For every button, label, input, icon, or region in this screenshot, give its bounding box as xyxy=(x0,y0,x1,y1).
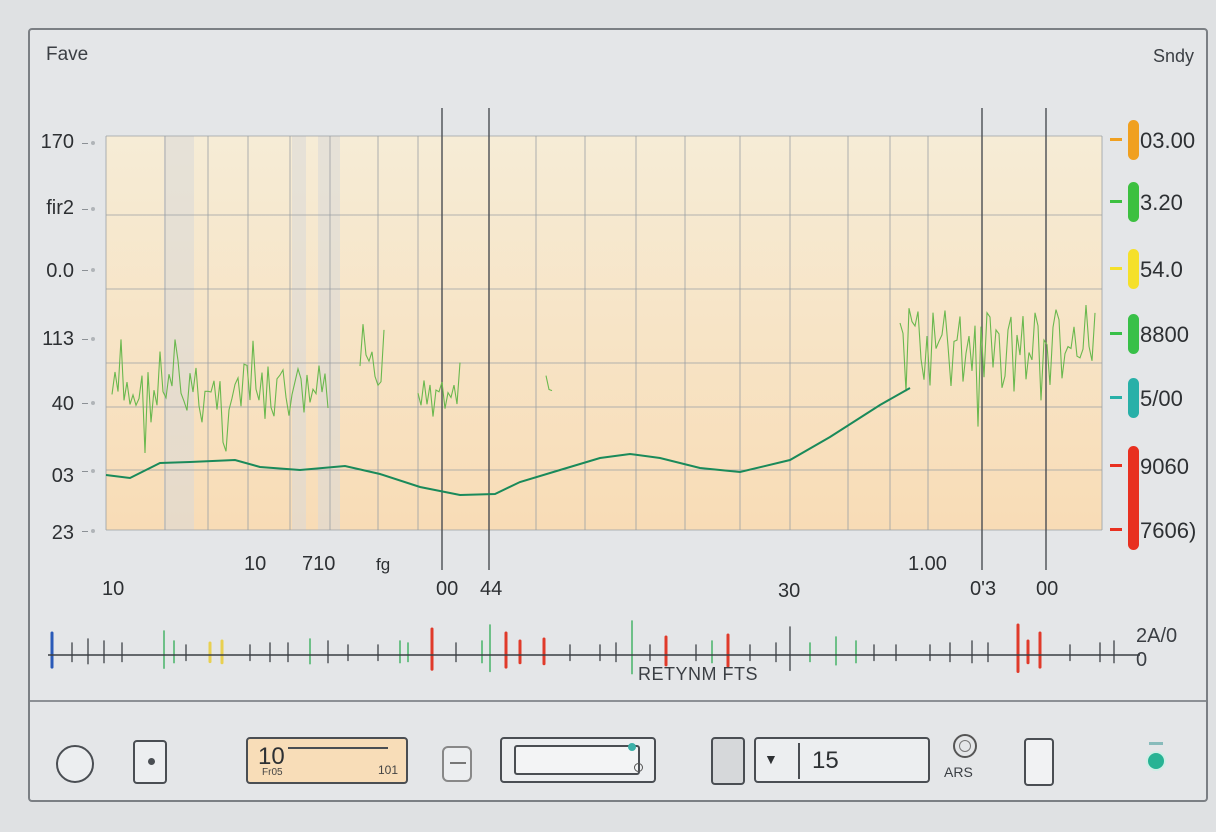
select-value: 15 xyxy=(812,747,839,774)
reading-2: 3.20 xyxy=(1110,182,1210,222)
controls-divider xyxy=(30,700,1206,702)
x-label-6: 44 xyxy=(480,578,503,600)
plot-area xyxy=(106,136,1102,530)
reading-value: 3.20 xyxy=(1140,190,1183,215)
aux-button[interactable] xyxy=(1024,738,1054,786)
y-label-6: 03 xyxy=(51,465,74,487)
reading-dash xyxy=(1110,200,1122,203)
target-icon[interactable] xyxy=(953,734,977,758)
x-label-5: 00 xyxy=(436,578,459,600)
power-button[interactable] xyxy=(56,745,94,783)
adjust-knob[interactable] xyxy=(442,746,472,782)
x-label-7: 30 xyxy=(778,580,801,602)
main-chart xyxy=(48,108,1140,675)
reading-indicator xyxy=(1128,314,1139,354)
shade-band xyxy=(318,136,340,530)
slider-track xyxy=(514,745,640,775)
display-right: 101 xyxy=(377,763,398,777)
reading-indicator xyxy=(1128,182,1139,222)
reading-dash xyxy=(1110,138,1122,141)
display-bar xyxy=(288,747,388,749)
reading-5: 5/00 xyxy=(1110,378,1210,418)
reading-dash xyxy=(1110,267,1122,270)
x-label-3: 710 xyxy=(302,553,336,575)
dropdown-arrow-icon: ▼ xyxy=(764,751,778,767)
y-label-7: 23 xyxy=(51,522,74,544)
knob-line xyxy=(450,762,466,764)
level-slider[interactable] xyxy=(500,737,656,783)
slider-handle[interactable] xyxy=(628,743,636,751)
select-divider xyxy=(798,743,800,779)
reading-1: 03.00 xyxy=(1110,120,1210,160)
reading-6: 9060 xyxy=(1110,446,1210,550)
value-display: 10 Fr05 101 xyxy=(246,737,408,784)
y-tick xyxy=(82,268,96,274)
x-label-1: 10 xyxy=(102,578,125,600)
reading-indicator xyxy=(1128,378,1139,418)
slider-settings-icon xyxy=(634,763,643,772)
y-label-3: 0.0 xyxy=(46,260,74,282)
y-tick xyxy=(82,401,96,407)
rhythm-side-top: 2A/0 xyxy=(1136,625,1178,647)
record-button[interactable] xyxy=(133,740,167,784)
rate-select[interactable]: ▼ 15 xyxy=(754,737,930,783)
mode-button[interactable] xyxy=(711,737,745,785)
y-label-5: 40 xyxy=(51,393,74,415)
reading-value: 7606) xyxy=(1140,518,1197,543)
x-label-8: 1.00 xyxy=(908,553,947,575)
reading-indicator xyxy=(1128,249,1139,289)
reading-7: 7606) xyxy=(1110,510,1210,550)
y-tick xyxy=(82,529,96,535)
target-label: ARS xyxy=(944,764,973,780)
y-tick xyxy=(82,141,96,147)
x-label-2: 10 xyxy=(244,553,267,575)
reading-dash xyxy=(1110,528,1122,531)
shade-band xyxy=(164,136,194,530)
rhythm-side-bottom: 0 xyxy=(1136,649,1148,671)
y-label-2: fir2 xyxy=(46,197,74,219)
reading-indicator xyxy=(1128,120,1139,160)
y-tick xyxy=(82,207,96,213)
x-label-10: 00 xyxy=(1036,578,1059,600)
reading-value: 54.0 xyxy=(1140,257,1183,282)
y-label-4: 113 xyxy=(42,328,74,350)
y-tick xyxy=(82,337,96,343)
reading-value: 03.00 xyxy=(1140,128,1196,153)
x-label-4: fg xyxy=(376,555,391,574)
status-indicator-cap xyxy=(1149,742,1163,745)
display-sub: Fr05 xyxy=(262,767,283,778)
reading-3: 54.0 xyxy=(1110,249,1210,289)
reading-value: 8800 xyxy=(1140,322,1189,347)
reading-value: 9060 xyxy=(1140,454,1189,479)
reading-dash xyxy=(1110,396,1122,399)
y-label-1: 170 xyxy=(40,131,74,153)
x-label-9: 0'3 xyxy=(970,578,997,600)
rhythm-strip-trace xyxy=(50,620,1115,675)
rhythm-side-labels: 2A/0 0 xyxy=(1136,624,1177,672)
y-tick xyxy=(82,469,96,475)
rhythm-strip-label: RETYNM FTS xyxy=(638,664,758,684)
reading-value: 5/00 xyxy=(1140,386,1183,411)
status-led-icon xyxy=(1148,753,1164,769)
record-dot-icon xyxy=(148,758,155,765)
reading-dash xyxy=(1110,464,1122,467)
reading-4: 8800 xyxy=(1110,314,1210,354)
reading-dash xyxy=(1110,332,1122,335)
